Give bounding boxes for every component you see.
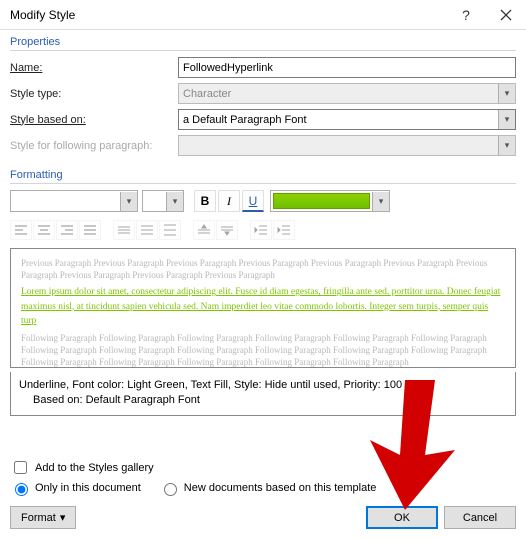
align-left-button <box>10 220 32 240</box>
close-button[interactable] <box>486 0 526 30</box>
align-justify-button <box>79 220 101 240</box>
chevron-down-icon[interactable]: ▾ <box>498 110 515 129</box>
type-label: Style type: <box>10 88 178 100</box>
paragraph-toolbar <box>10 220 516 240</box>
type-value: Character <box>183 88 231 100</box>
based-on-value: a Default Paragraph Font <box>183 114 307 126</box>
space-before-dec-button <box>216 220 238 240</box>
preview-previous-paragraph: Previous Paragraph Previous Paragraph Pr… <box>21 257 505 281</box>
formatting-label: Formatting <box>10 169 516 184</box>
cancel-button[interactable]: Cancel <box>444 506 516 529</box>
preview-box: Previous Paragraph Previous Paragraph Pr… <box>10 248 516 368</box>
based-on-label: Style based on: <box>10 114 178 126</box>
chevron-down-icon[interactable]: ▾ <box>166 192 183 211</box>
chevron-down-icon[interactable]: ▾ <box>120 192 137 211</box>
chevron-down-icon: ▾ <box>498 136 515 155</box>
name-input[interactable] <box>178 57 516 78</box>
preview-sample-text: Lorem ipsum dolor sit amet, consectetur … <box>21 285 505 328</box>
underline-button[interactable]: U <box>242 190 264 212</box>
indent-inc-button <box>273 220 295 240</box>
align-center-button <box>33 220 55 240</box>
space-before-inc-button <box>193 220 215 240</box>
bold-button[interactable]: B <box>194 190 216 212</box>
description-line-2: Based on: Default Paragraph Font <box>19 393 507 408</box>
align-right-button <box>56 220 78 240</box>
font-size-dropdown[interactable]: ▾ <box>142 190 184 212</box>
style-description: Underline, Font color: Light Green, Text… <box>10 372 516 416</box>
font-color-dropdown[interactable]: ▾ <box>270 190 390 212</box>
font-toolbar: ▾ ▾ B I U ▾ <box>10 190 516 212</box>
italic-button[interactable]: I <box>218 190 240 212</box>
bottom-controls: Add to the Styles gallery Only in this d… <box>0 452 526 539</box>
line-spacing-2-button <box>159 220 181 240</box>
add-to-gallery-checkbox[interactable] <box>14 461 27 474</box>
chevron-down-icon[interactable]: ▾ <box>372 192 389 211</box>
new-documents-radio[interactable] <box>164 483 177 496</box>
new-documents-option[interactable]: New documents based on this template <box>159 480 377 496</box>
ok-button[interactable]: OK <box>366 506 438 529</box>
description-line-1: Underline, Font color: Light Green, Text… <box>19 378 507 393</box>
line-spacing-15-button <box>136 220 158 240</box>
help-button[interactable]: ? <box>446 0 486 30</box>
line-spacing-1-button <box>113 220 135 240</box>
properties-section: Properties Name: Style type: Character▾ … <box>0 30 526 163</box>
chevron-down-icon: ▾ <box>60 511 66 524</box>
add-to-gallery-label: Add to the Styles gallery <box>35 462 154 474</box>
following-label: Style for following paragraph: <box>10 140 178 152</box>
formatting-section: Formatting ▾ ▾ B I U ▾ <box>0 163 526 248</box>
chevron-down-icon: ▾ <box>498 84 515 103</box>
indent-dec-button <box>250 220 272 240</box>
format-menu-button[interactable]: Format▾ <box>10 506 76 529</box>
based-on-dropdown[interactable]: a Default Paragraph Font ▾ <box>178 109 516 130</box>
font-family-dropdown[interactable]: ▾ <box>10 190 138 212</box>
type-dropdown: Character ▾ <box>178 83 516 104</box>
name-label: Name: <box>10 62 178 74</box>
color-swatch-light-green <box>273 193 370 209</box>
properties-label: Properties <box>10 36 516 51</box>
only-this-document-radio[interactable] <box>15 483 28 496</box>
only-this-document-option[interactable]: Only in this document <box>10 480 141 496</box>
following-dropdown: ▾ <box>178 135 516 156</box>
dialog-title: Modify Style <box>10 8 446 22</box>
preview-following-paragraph: Following Paragraph Following Paragraph … <box>21 332 505 368</box>
titlebar: Modify Style ? <box>0 0 526 30</box>
